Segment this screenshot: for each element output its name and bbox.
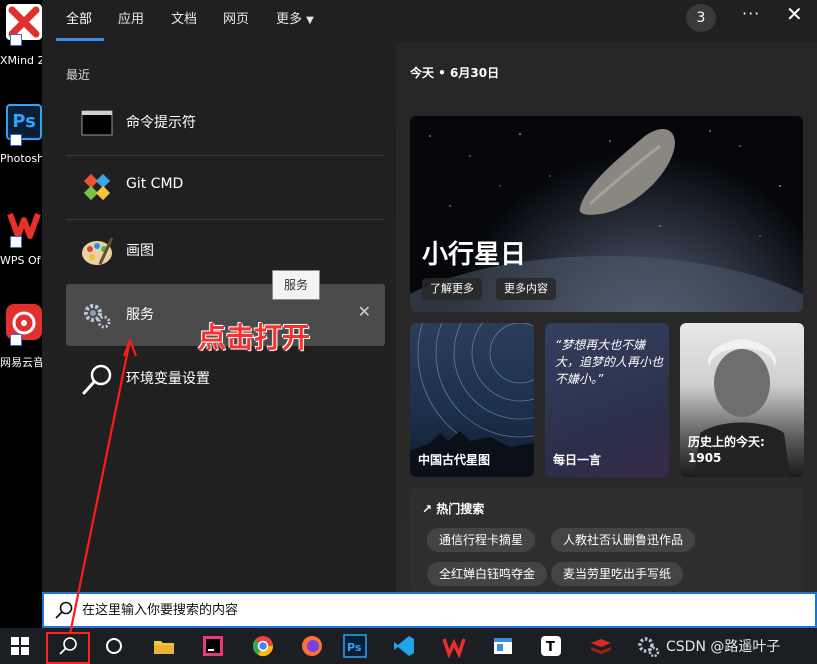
highlight-box xyxy=(46,632,90,664)
annotation-arrows xyxy=(68,339,138,635)
click-to-open-annotation: 点击打开 xyxy=(198,321,311,354)
